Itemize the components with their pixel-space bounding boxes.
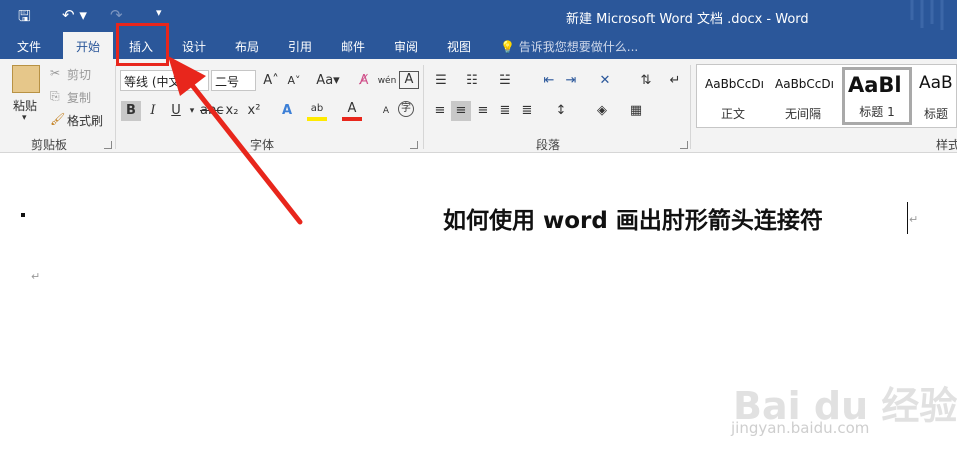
annotation-arrow-icon	[168, 56, 303, 225]
